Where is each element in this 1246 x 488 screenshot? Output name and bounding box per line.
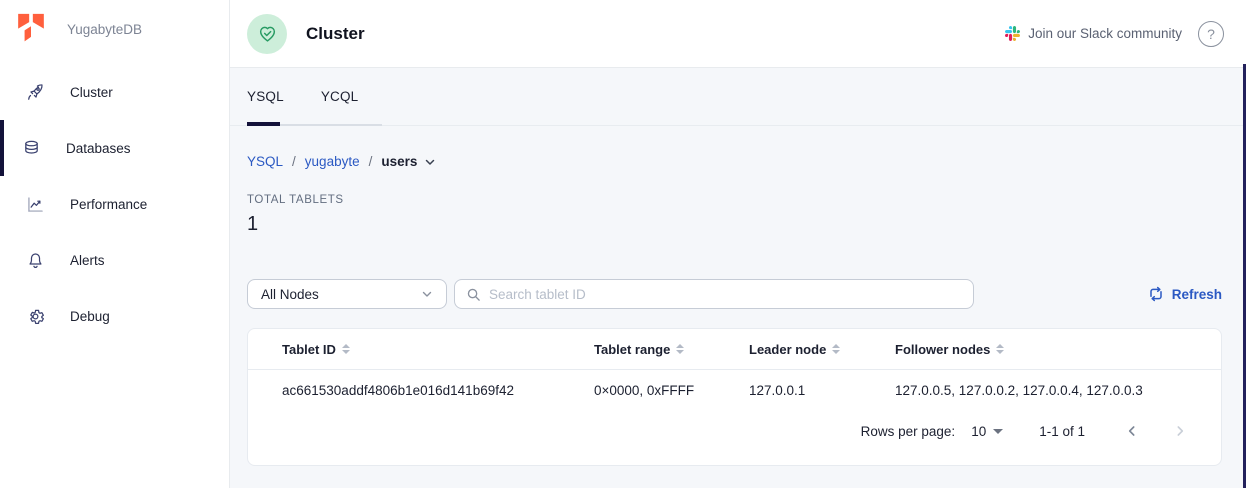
search-icon xyxy=(466,287,481,302)
content-area: YSQL / yugabyte / users TOTAL TABLETS 1 … xyxy=(230,126,1246,488)
column-header-tablet-id[interactable]: Tablet ID xyxy=(248,342,594,357)
yugabytedb-logo-icon xyxy=(16,13,46,46)
sidebar-item-label: Alerts xyxy=(70,253,105,268)
breadcrumb-ysql[interactable]: YSQL xyxy=(247,154,283,169)
header-actions: Join our Slack community ? xyxy=(1005,21,1224,47)
breadcrumb-current-label: users xyxy=(381,154,417,169)
sort-icon xyxy=(832,344,840,354)
breadcrumb-table-selector[interactable]: users xyxy=(381,154,436,169)
sort-icon xyxy=(342,344,350,354)
total-tablets-stat: TOTAL TABLETS 1 xyxy=(247,194,1222,236)
sidebar-item-performance[interactable]: Performance xyxy=(0,176,229,232)
brand-name: YugabyteDB xyxy=(67,22,142,37)
node-filter-select[interactable]: All Nodes xyxy=(247,279,447,309)
chevron-left-icon xyxy=(1125,424,1139,438)
cell-leader-node: 127.0.0.1 xyxy=(749,383,895,398)
slack-icon xyxy=(1005,26,1020,41)
page-title: Cluster xyxy=(306,24,365,44)
cell-follower-nodes: 127.0.0.5, 127.0.0.2, 127.0.0.4, 127.0.0… xyxy=(895,383,1221,398)
sidebar-item-label: Performance xyxy=(70,197,147,212)
rows-per-page-label: Rows per page: xyxy=(861,424,956,439)
chart-icon xyxy=(24,193,46,215)
previous-page-button[interactable] xyxy=(1125,424,1139,438)
breadcrumb: YSQL / yugabyte / users xyxy=(247,154,1222,169)
chevron-down-icon xyxy=(424,156,436,168)
rows-per-page-select[interactable]: 10 xyxy=(971,424,1003,439)
chevron-right-icon xyxy=(1173,424,1187,438)
gear-icon xyxy=(24,305,46,327)
sidebar-item-cluster[interactable]: Cluster xyxy=(0,64,229,120)
stat-label: TOTAL TABLETS xyxy=(247,194,1222,206)
column-header-tablet-range[interactable]: Tablet range xyxy=(594,342,749,357)
heart-check-icon xyxy=(257,23,278,44)
refresh-button[interactable]: Refresh xyxy=(1148,286,1222,302)
bell-icon xyxy=(24,249,46,271)
cell-tablet-id: ac661530addf4806b1e016d141b69f42 xyxy=(248,383,594,398)
refresh-icon xyxy=(1148,286,1164,302)
slack-community-link[interactable]: Join our Slack community xyxy=(1005,26,1182,41)
stat-value: 1 xyxy=(247,213,1222,236)
pagination: Rows per page: 10 1-1 of 1 xyxy=(248,410,1221,452)
sidebar: YugabyteDB Cluster xyxy=(0,0,230,488)
chevron-down-icon xyxy=(421,288,433,300)
rows-per-page-value: 10 xyxy=(971,424,986,439)
next-page-button[interactable] xyxy=(1173,424,1187,438)
filter-controls: All Nodes Refresh xyxy=(247,279,1222,309)
sidebar-item-databases[interactable]: Databases xyxy=(0,120,229,176)
breadcrumb-separator: / xyxy=(292,154,296,169)
main-area: Cluster Join our Slack community ? YSQL … xyxy=(230,0,1246,488)
sidebar-item-label: Debug xyxy=(70,309,110,324)
sidebar-item-alerts[interactable]: Alerts xyxy=(0,232,229,288)
node-filter-value: All Nodes xyxy=(261,287,319,302)
database-icon xyxy=(20,137,42,159)
page-range: 1-1 of 1 xyxy=(1039,424,1085,439)
tab-ycql[interactable]: YCQL xyxy=(321,68,359,125)
sort-icon xyxy=(676,344,684,354)
rocket-icon xyxy=(24,81,46,103)
sidebar-item-debug[interactable]: Debug xyxy=(0,288,229,344)
table-header-row: Tablet ID Tablet range Leader node Follo… xyxy=(248,329,1221,370)
page-header: Cluster Join our Slack community ? xyxy=(230,0,1246,68)
breadcrumb-separator: / xyxy=(369,154,373,169)
active-tab-indicator xyxy=(247,122,280,126)
help-icon[interactable]: ? xyxy=(1198,21,1224,47)
tablet-search-box xyxy=(454,279,974,309)
brand-row: YugabyteDB xyxy=(0,0,229,46)
tablets-table-card: Tablet ID Tablet range Leader node Follo… xyxy=(247,328,1222,466)
refresh-label: Refresh xyxy=(1172,287,1222,302)
tablet-search-input[interactable] xyxy=(489,287,962,302)
sort-icon xyxy=(996,344,1004,354)
api-tabbar: YSQL YCQL xyxy=(230,68,1246,126)
table-row: ac661530addf4806b1e016d141b69f42 0×0000,… xyxy=(248,370,1221,410)
tab-ysql[interactable]: YSQL xyxy=(247,68,284,125)
sidebar-item-label: Databases xyxy=(66,141,131,156)
cluster-status-badge xyxy=(247,14,287,54)
slack-link-label: Join our Slack community xyxy=(1028,26,1182,41)
caret-down-icon xyxy=(993,429,1003,434)
sidebar-nav: Cluster Databases Perform xyxy=(0,64,229,344)
breadcrumb-yugabyte[interactable]: yugabyte xyxy=(305,154,360,169)
cell-tablet-range: 0×0000, 0xFFFF xyxy=(594,383,749,398)
column-header-leader-node[interactable]: Leader node xyxy=(749,342,895,357)
sidebar-item-label: Cluster xyxy=(70,85,113,100)
column-header-follower-nodes[interactable]: Follower nodes xyxy=(895,342,1221,357)
